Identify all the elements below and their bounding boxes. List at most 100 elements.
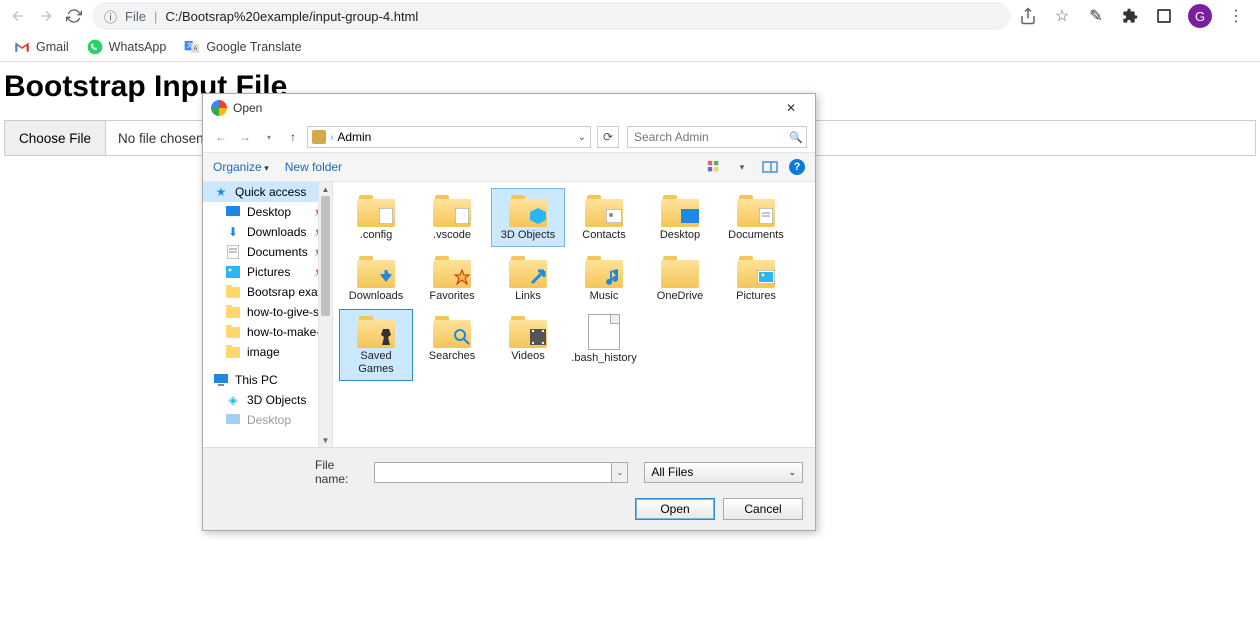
info-icon: ⓘ: [104, 7, 117, 26]
browser-toolbar: ⓘ File | C:/Bootsrap%20example/input-gro…: [0, 0, 1260, 32]
view-dropdown-icon[interactable]: ▾: [733, 158, 751, 176]
nav-back-icon[interactable]: ←: [211, 127, 231, 147]
refresh-icon[interactable]: ⟳: [597, 126, 619, 148]
file-item-config[interactable]: .config: [339, 188, 413, 247]
file-item-contacts[interactable]: Contacts: [567, 188, 641, 247]
organize-button[interactable]: Organize: [213, 160, 269, 174]
folder-icon: [225, 305, 241, 319]
file-label: 3D Objects: [501, 229, 555, 242]
bookmark-star-icon[interactable]: ☆: [1052, 6, 1072, 26]
sidebar-this-pc[interactable]: This PC: [203, 370, 332, 390]
chevron-down-icon: ⌄: [788, 467, 796, 478]
cube-icon: [529, 207, 547, 225]
sidebar-label: Downloads: [247, 225, 306, 239]
dialog-footer: File name: ⌄ All Files ⌄ Open Cancel: [203, 447, 815, 530]
dialog-body: ★ Quick access Desktop📌 ⬇Downloads📌 Docu…: [203, 182, 815, 447]
file-item-favorites[interactable]: Favorites: [415, 249, 489, 308]
user-folder-icon: [312, 130, 326, 144]
search-box[interactable]: 🔍: [627, 126, 807, 148]
scroll-up-icon[interactable]: ▲: [319, 182, 332, 196]
nav-recent-icon[interactable]: ▾: [259, 127, 279, 147]
music-icon: [605, 268, 623, 286]
file-label: Searches: [429, 350, 475, 363]
dialog-nav: ← → ▾ ↑ › Admin ⌄ ⟳ 🔍: [203, 122, 815, 152]
folder-icon: [583, 193, 625, 227]
sidebar-item-bootsrap[interactable]: Bootsrap examp: [203, 282, 332, 302]
file-item-desktop[interactable]: Desktop: [643, 188, 717, 247]
sidebar-quick-access[interactable]: ★ Quick access: [203, 182, 332, 202]
filename-input[interactable]: [374, 462, 612, 483]
file-item-searches[interactable]: Searches: [415, 309, 489, 380]
share-icon[interactable]: [1018, 6, 1038, 26]
film-icon: [529, 328, 547, 346]
nav-forward-icon[interactable]: →: [235, 127, 255, 147]
sidebar-label: This PC: [235, 373, 278, 387]
bookmark-google-translate[interactable]: 文A Google Translate: [184, 39, 301, 55]
help-icon[interactable]: ?: [789, 159, 805, 175]
forward-icon[interactable]: [36, 6, 56, 26]
nav-up-icon[interactable]: ↑: [283, 127, 303, 147]
chevron-right-icon: ›: [330, 132, 333, 143]
sidebar-item-how-to-make[interactable]: how-to-make-ta: [203, 322, 332, 342]
new-folder-button[interactable]: New folder: [285, 160, 342, 174]
folder-icon: [431, 193, 473, 227]
file-item-music[interactable]: Music: [567, 249, 641, 308]
sidebar-item-downloads[interactable]: ⬇Downloads📌: [203, 222, 332, 242]
folder-icon: [507, 193, 549, 227]
preview-pane-icon[interactable]: [761, 158, 779, 176]
pc-icon: [213, 373, 229, 387]
file-item-bash-history[interactable]: .bash_history: [567, 309, 641, 380]
file-label: Saved Games: [342, 350, 410, 375]
file-item-videos[interactable]: Videos: [491, 309, 565, 380]
menu-icon[interactable]: ⋮: [1226, 6, 1246, 26]
file-item-onedrive[interactable]: OneDrive: [643, 249, 717, 308]
file-item-links[interactable]: Links: [491, 249, 565, 308]
address-bar[interactable]: ⓘ File | C:/Bootsrap%20example/input-gro…: [92, 2, 1010, 30]
search-input[interactable]: [634, 130, 789, 144]
sidebar-item-how-to-give[interactable]: how-to-give-spa: [203, 302, 332, 322]
back-icon[interactable]: [8, 6, 28, 26]
open-button[interactable]: Open: [635, 498, 715, 520]
folder-icon: [583, 254, 625, 288]
folder-icon: [431, 254, 473, 288]
bookmark-whatsapp[interactable]: WhatsApp: [87, 39, 167, 55]
link-icon: [529, 268, 547, 286]
bookmark-gmail[interactable]: Gmail: [14, 39, 69, 55]
folder-icon: [431, 314, 473, 348]
sidebar-item-pictures[interactable]: Pictures📌: [203, 262, 332, 282]
sidebar-item-desktop2[interactable]: Desktop: [203, 410, 332, 430]
close-icon[interactable]: ✕: [775, 98, 807, 118]
view-icons-button[interactable]: [705, 158, 723, 176]
file-item-saved-games[interactable]: Saved Games: [339, 309, 413, 380]
path-box[interactable]: › Admin ⌄: [307, 126, 591, 148]
scrollbar[interactable]: ▲ ▼: [318, 182, 332, 447]
reload-icon[interactable]: [64, 6, 84, 26]
file-item-3d-objects[interactable]: 3D Objects: [491, 188, 565, 247]
sidebar-item-3d-objects[interactable]: ◈3D Objects: [203, 390, 332, 410]
path-segment[interactable]: Admin: [337, 130, 371, 144]
filter-select[interactable]: All Files ⌄: [644, 462, 803, 483]
bookmark-label: Gmail: [36, 40, 69, 54]
choose-file-button[interactable]: Choose File: [5, 121, 106, 155]
file-area[interactable]: .config.vscode3D ObjectsContactsDesktopD…: [333, 182, 815, 447]
star-icon: ★: [213, 185, 229, 199]
sidebar-item-desktop[interactable]: Desktop📌: [203, 202, 332, 222]
scroll-thumb[interactable]: [321, 196, 330, 316]
extensions-icon[interactable]: [1120, 6, 1140, 26]
file-item-downloads[interactable]: Downloads: [339, 249, 413, 308]
sidebar-item-image[interactable]: image: [203, 342, 332, 362]
profile-badge[interactable]: G: [1188, 4, 1212, 28]
star-icon: [453, 268, 471, 286]
sidebar-item-documents[interactable]: Documents📌: [203, 242, 332, 262]
scroll-down-icon[interactable]: ▼: [319, 433, 332, 447]
cancel-button[interactable]: Cancel: [723, 498, 803, 520]
chevron-down-icon[interactable]: ⌄: [578, 132, 586, 143]
folder-icon: [355, 193, 397, 227]
filename-dropdown-icon[interactable]: ⌄: [612, 462, 628, 483]
dialog-titlebar[interactable]: Open ✕: [203, 94, 815, 122]
file-item-vscode[interactable]: .vscode: [415, 188, 489, 247]
tabs-icon[interactable]: [1154, 6, 1174, 26]
notes-icon[interactable]: ✎: [1086, 6, 1106, 26]
file-item-documents[interactable]: Documents: [719, 188, 793, 247]
file-item-pictures[interactable]: Pictures: [719, 249, 793, 308]
